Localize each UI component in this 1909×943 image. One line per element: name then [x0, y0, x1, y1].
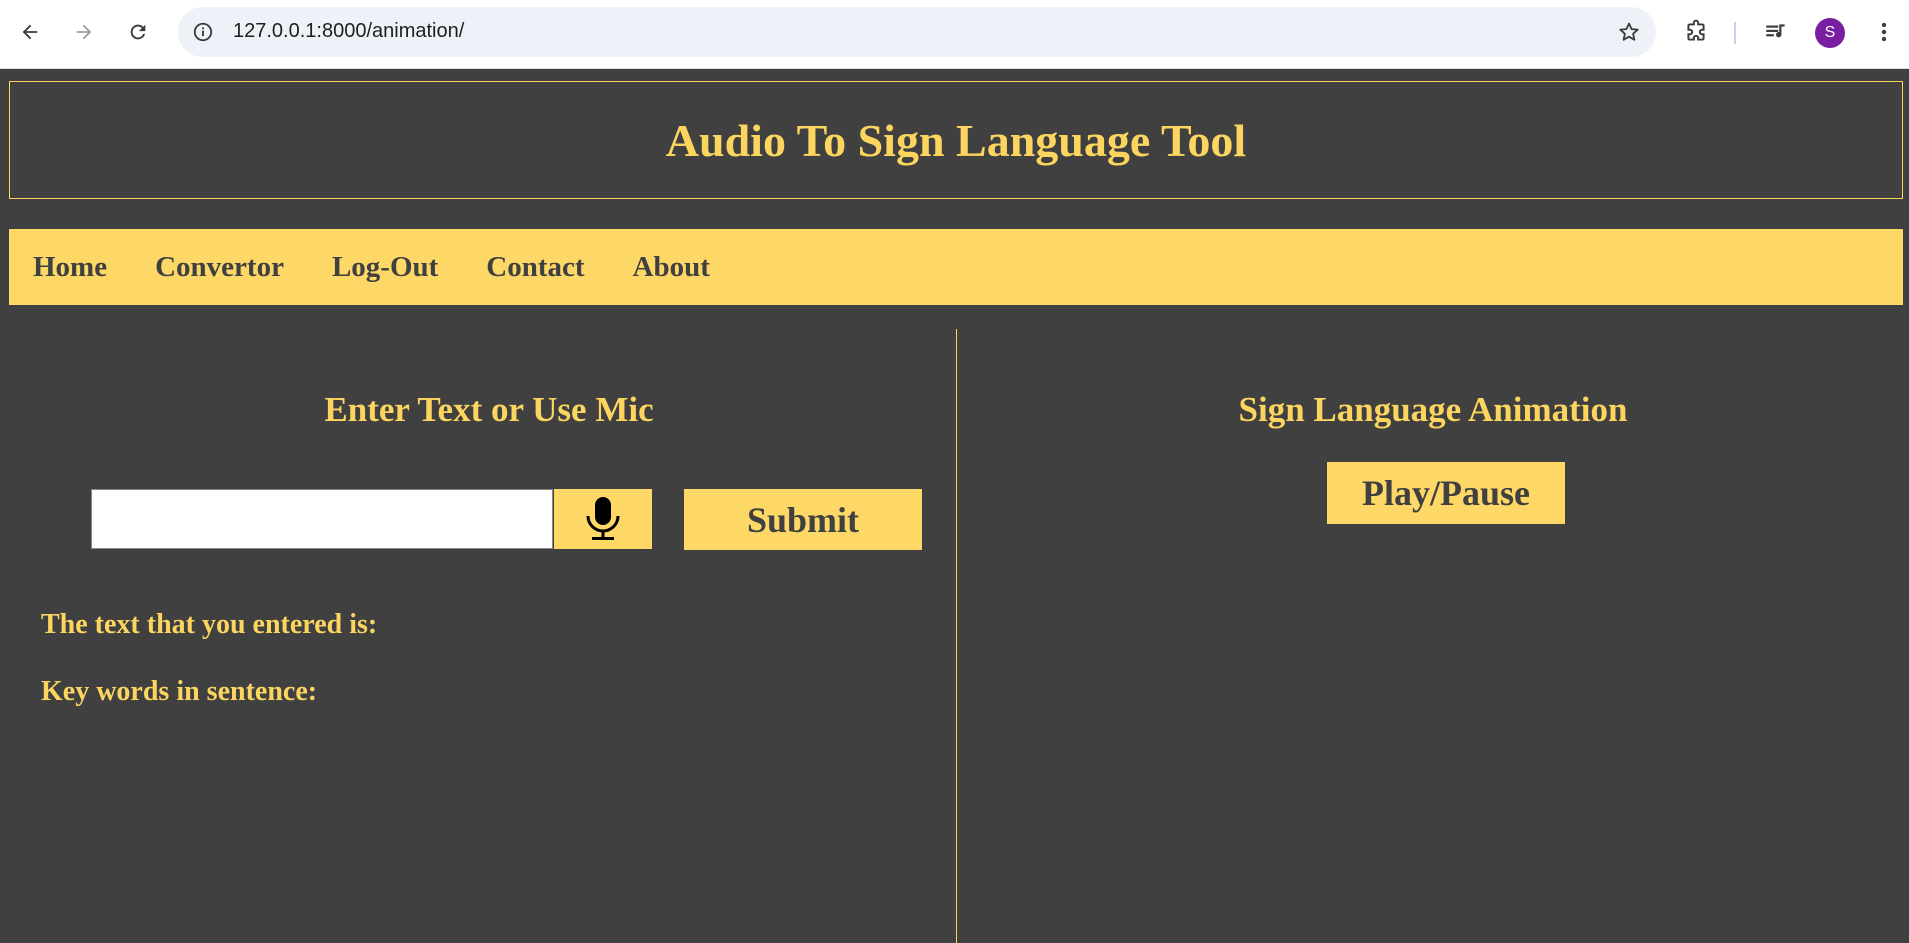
url-text[interactable]: 127.0.0.1:8000/animation/ [233, 20, 464, 43]
nav-item-contact[interactable]: Contact [486, 251, 584, 284]
site-header: Audio To Sign Language Tool [9, 81, 1903, 199]
puzzle-icon[interactable] [1678, 14, 1714, 50]
input-heading: Enter Text or Use Mic [324, 390, 654, 429]
address-bar[interactable]: 127.0.0.1:8000/animation/ [178, 7, 1656, 57]
info-icon[interactable] [190, 19, 216, 45]
play-pause-button[interactable]: Play/Pause [1327, 462, 1565, 524]
text-input[interactable] [91, 489, 553, 549]
arrow-right-icon [76, 24, 92, 40]
reload-icon [130, 24, 146, 40]
mic-button[interactable] [554, 489, 652, 549]
nav-item-log-out[interactable]: Log-Out [332, 251, 438, 284]
playlist-icon[interactable] [1758, 14, 1794, 50]
browser-toolbar: 127.0.0.1:8000/animation/ S [0, 0, 1909, 69]
nav-item-about[interactable]: About [633, 251, 710, 284]
avatar[interactable]: S [1815, 18, 1845, 48]
star-icon[interactable] [1616, 19, 1642, 45]
arrow-left-icon [22, 24, 38, 40]
page-title: Audio To Sign Language Tool [665, 114, 1247, 166]
nav-item-home[interactable]: Home [33, 251, 107, 284]
animation-heading: Sign Language Animation [1238, 390, 1628, 429]
submit-button[interactable]: Submit [684, 489, 922, 550]
forward-button[interactable] [66, 14, 102, 50]
kebab-menu-icon[interactable] [1866, 14, 1902, 50]
reload-button[interactable] [120, 14, 156, 50]
entered-text-label: The text that you entered is: [41, 609, 378, 640]
keywords-label: Key words in sentence: [41, 676, 318, 707]
toolbar-divider [1734, 22, 1736, 44]
microphone-icon [586, 497, 620, 540]
nav-item-convertor[interactable]: Convertor [155, 251, 284, 284]
back-button[interactable] [12, 14, 48, 50]
main-nav: Home Convertor Log-Out Contact About [9, 229, 1903, 305]
